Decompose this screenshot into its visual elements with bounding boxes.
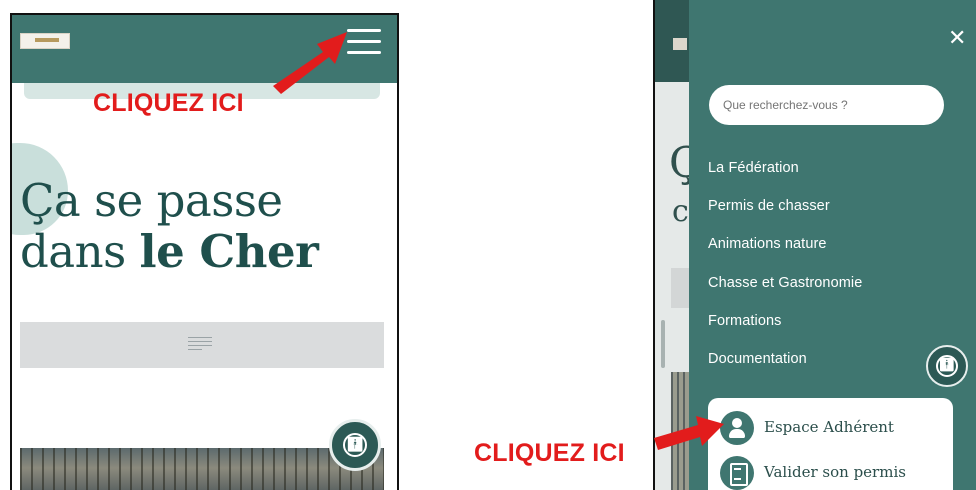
placeholder-lines-icon (188, 337, 212, 351)
menu-item-documentation[interactable]: Documentation (708, 351, 807, 367)
background-placeholder (671, 268, 689, 308)
hero-line-2: dans le Cher (20, 226, 392, 277)
valider-permis-label: Valider son permis (764, 463, 906, 481)
valider-permis-link[interactable]: Valider son permis (720, 456, 950, 490)
menu-item-formations[interactable]: Formations (708, 313, 782, 329)
navigation-drawer: ✕ La Fédération Permis de chasser Animat… (689, 0, 976, 490)
scrollbar[interactable] (661, 320, 665, 368)
menu-item-federation[interactable]: La Fédération (708, 160, 799, 176)
espace-adherent-link[interactable]: Espace Adhérent (720, 411, 950, 445)
member-links-card: Espace Adhérent Valider son permis (708, 398, 953, 490)
menu-item-gastronomie[interactable]: Chasse et Gastronomie (708, 275, 862, 291)
accessibility-icon: 🚹︎ (936, 355, 958, 377)
hero-line-2-bold: le Cher (139, 225, 319, 278)
red-arrow-icon (273, 32, 347, 94)
hero-title: Ça se passe dans le Cher (20, 175, 392, 277)
annotation-label-right: CLIQUEZ ICI (474, 439, 625, 467)
background-logo (673, 38, 687, 50)
document-icon (720, 456, 754, 490)
menu-item-animations[interactable]: Animations nature (708, 236, 827, 252)
hero-photo (20, 448, 384, 490)
accessibility-button[interactable]: 🚹︎ (329, 419, 381, 471)
menu-item-permis[interactable]: Permis de chasser (708, 198, 830, 214)
background-hero-letter: c (672, 194, 689, 229)
annotation-label-left: CLIQUEZ ICI (93, 89, 244, 117)
accessibility-button[interactable]: 🚹︎ (926, 345, 968, 387)
accessibility-icon: 🚹︎ (343, 433, 367, 457)
espace-adherent-label: Espace Adhérent (764, 418, 894, 436)
red-arrow-icon (654, 416, 724, 450)
close-icon[interactable]: ✕ (948, 26, 966, 51)
site-logo[interactable] (20, 33, 70, 49)
search-input[interactable] (709, 85, 944, 125)
hero-line-1: Ça se passe (20, 174, 283, 227)
hero-line-2-prefix: dans (20, 225, 126, 278)
